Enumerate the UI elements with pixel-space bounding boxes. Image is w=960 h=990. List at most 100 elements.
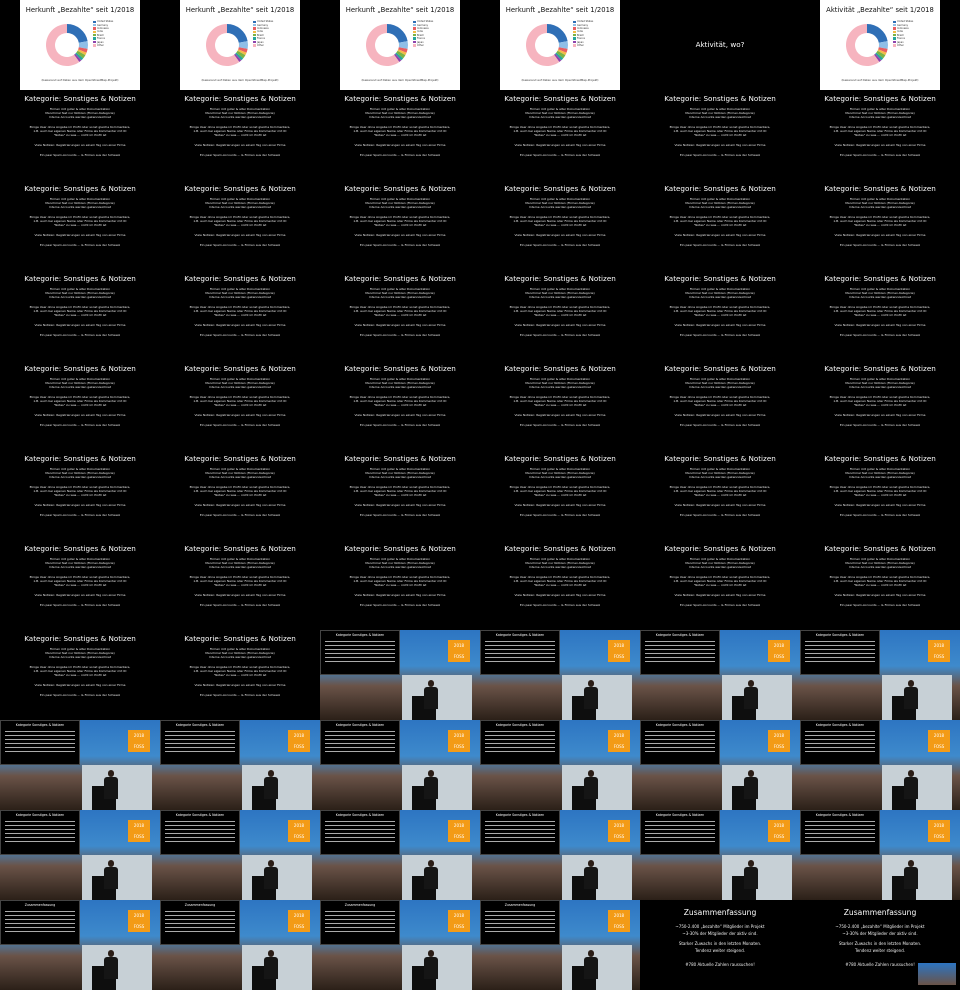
- thumbnail-video-frame[interactable]: Kategorie Sonstiges & Notizen 2018 FOSS: [640, 810, 800, 900]
- thumbnail-video-frame[interactable]: Zusammenfassung 2018 FOSS: [320, 900, 480, 990]
- thumbnail-video-frame[interactable]: Kategorie Sonstiges & Notizen 2018 FOSS: [160, 810, 320, 900]
- thumbnail-notes-slide[interactable]: Kategorie: Sonstiges & Notizen Firmen mit…: [320, 180, 480, 270]
- legend-swatch: [893, 20, 896, 23]
- thumbnail-notes-slide[interactable]: Kategorie: Sonstiges & Notizen Firmen mit…: [640, 90, 800, 180]
- thumbnail-notes-slide[interactable]: Kategorie: Sonstiges & Notizen Firmen mit…: [320, 360, 480, 450]
- thumbnail-summary-slide[interactable]: Zusammenfassung ~750-2.400 „bezahlte“ Mit…: [640, 900, 800, 990]
- thumbnail-video-frame[interactable]: Zusammenfassung 2018 FOSS: [480, 900, 640, 990]
- notes-line: "Notes" zu was ... nicht im Profil ist: [853, 313, 907, 317]
- thumbnail-notes-slide[interactable]: Kategorie: Sonstiges & Notizen Firmen mit…: [320, 270, 480, 360]
- thumbnail-summary-slide[interactable]: Zusammenfassung ~750-2.400 „bezahlte“ Mit…: [800, 900, 960, 990]
- thumbnail-notes-slide[interactable]: Kategorie: Sonstiges & Notizen Firmen mit…: [160, 90, 320, 180]
- thumbnail-notes-slide[interactable]: Kategorie: Sonstiges & Notizen Firmen mit…: [480, 270, 640, 360]
- thumbnail-video-frame[interactable]: Kategorie Sonstiges & Notizen 2018 FOSS: [640, 630, 800, 720]
- notes-line: Interne Accounts werden gekennzeichnet: [208, 205, 272, 209]
- thumbnail-video-frame[interactable]: Kategorie Sonstiges & Notizen 2018 FOSS: [480, 720, 640, 810]
- notes-line: Interne Accounts werden gekennzeichnet: [848, 205, 912, 209]
- slide-text-line: [645, 739, 715, 740]
- thumbnail-video-frame[interactable]: Kategorie Sonstiges & Notizen 2018 FOSS: [320, 630, 480, 720]
- thumbnail-video-frame[interactable]: Kategorie Sonstiges & Notizen 2018 FOSS: [800, 810, 960, 900]
- thumbnail-notes-slide[interactable]: Kategorie: Sonstiges & Notizen Firmen mit…: [0, 540, 160, 630]
- notes-line: Ein paar Spam-Accounts ... & Firmen aus …: [679, 243, 761, 247]
- slide-text-line: [805, 645, 875, 646]
- conference-logo: 2018 FOSS: [288, 820, 310, 842]
- thumbnail-notes-slide[interactable]: Kategorie: Sonstiges & Notizen Firmen mit…: [480, 90, 640, 180]
- notes-line: Interne Accounts werden gekennzeichnet: [208, 115, 272, 119]
- thumbnail-notes-slide[interactable]: Kategorie: Sonstiges & Notizen Firmen mit…: [800, 450, 960, 540]
- thumbnail-notes-slide[interactable]: Kategorie: Sonstiges & Notizen Firmen mit…: [160, 450, 320, 540]
- thumbnail-notes-slide[interactable]: Kategorie: Sonstiges & Notizen Firmen mit…: [160, 630, 320, 720]
- thumbnail-video-frame[interactable]: Kategorie Sonstiges & Notizen 2018 FOSS: [640, 720, 800, 810]
- thumbnail-video-frame[interactable]: Kategorie Sonstiges & Notizen 2018 FOSS: [320, 720, 480, 810]
- thumbnail-notes-slide[interactable]: Kategorie: Sonstiges & Notizen Firmen mit…: [640, 450, 800, 540]
- notes-line: Ein paar Spam-Accounts ... & Firmen aus …: [199, 153, 281, 157]
- thumbnail-chart-slide[interactable]: Herkunft „Bezahlte“ seit 1/2018 (basieren…: [320, 0, 480, 90]
- thumbnail-video-frame[interactable]: Zusammenfassung 2018 FOSS: [0, 900, 160, 990]
- slide-text-line: [485, 841, 555, 842]
- thumbnail-notes-slide[interactable]: Kategorie: Sonstiges & Notizen Firmen mit…: [800, 90, 960, 180]
- thumbnail-notes-slide[interactable]: Kategorie: Sonstiges & Notizen Firmen mit…: [160, 540, 320, 630]
- thumbnail-notes-slide[interactable]: Kategorie: Sonstiges & Notizen Firmen mit…: [0, 450, 160, 540]
- legend-swatch: [573, 23, 576, 27]
- slide-text-line: [645, 661, 715, 662]
- slide-inset: Kategorie Sonstiges & Notizen: [0, 810, 80, 855]
- thumbnail-video-frame[interactable]: Zusammenfassung 2018 FOSS: [160, 900, 320, 990]
- thumbnail-notes-slide[interactable]: Kategorie: Sonstiges & Notizen Firmen mit…: [800, 540, 960, 630]
- thumbnail-notes-slide[interactable]: Kategorie: Sonstiges & Notizen Firmen mit…: [480, 540, 640, 630]
- slide-text-line: [325, 751, 395, 752]
- notes-line: Ein paar Spam-Accounts ... & Firmen aus …: [199, 423, 281, 427]
- slide-text-line: [805, 821, 875, 822]
- thumbnail-notes-slide[interactable]: Kategorie: Sonstiges & Notizen Firmen mit…: [640, 360, 800, 450]
- slide-text-line: [165, 821, 235, 822]
- thumbnail-notes-slide[interactable]: Kategorie: Sonstiges & Notizen Firmen mit…: [160, 180, 320, 270]
- thumbnail-video-frame[interactable]: Kategorie Sonstiges & Notizen 2018 FOSS: [800, 720, 960, 810]
- legend-label: Other: [257, 43, 264, 47]
- thumbnail-notes-slide[interactable]: Kategorie: Sonstiges & Notizen Firmen mit…: [800, 270, 960, 360]
- thumbnail-video-frame[interactable]: Kategorie Sonstiges & Notizen 2018 FOSS: [160, 720, 320, 810]
- notes-line: Viele Notizen: Registrierungen an einem …: [194, 143, 286, 147]
- slide-text-line: [5, 829, 75, 830]
- thumbnail-notes-slide[interactable]: Kategorie: Sonstiges & Notizen Firmen mit…: [0, 180, 160, 270]
- thumbnail-chart-slide[interactable]: Herkunft „Bezahlte“ seit 1/2018 (basieren…: [480, 0, 640, 90]
- thumbnail-notes-slide[interactable]: Kategorie: Sonstiges & Notizen Firmen mit…: [320, 90, 480, 180]
- slide-text-line: [805, 739, 875, 740]
- thumbnail-notes-slide[interactable]: Kategorie: Sonstiges & Notizen Firmen mit…: [0, 270, 160, 360]
- notes-line: "Notes" zu was ... nicht im Profil ist: [213, 403, 267, 407]
- summary-title: Zusammenfassung: [843, 908, 917, 917]
- thumbnail-video-frame[interactable]: Kategorie Sonstiges & Notizen 2018 FOSS: [480, 630, 640, 720]
- thumbnail-notes-slide[interactable]: Kategorie: Sonstiges & Notizen Firmen mit…: [0, 90, 160, 180]
- thumbnail-notes-slide[interactable]: Kategorie: Sonstiges & Notizen Firmen mit…: [480, 180, 640, 270]
- thumbnail-notes-slide[interactable]: Kategorie: Sonstiges & Notizen Firmen mit…: [160, 270, 320, 360]
- thumbnail-notes-slide[interactable]: Kategorie: Sonstiges & Notizen Firmen mit…: [640, 540, 800, 630]
- thumbnail-chart-slide[interactable]: Aktivität „Bezahlte“ seit 1/2018 (basiere…: [800, 0, 960, 90]
- thumbnail-notes-slide[interactable]: Kategorie: Sonstiges & Notizen Firmen mit…: [640, 270, 800, 360]
- summary-line: ~750-2.400 „bezahlte“ Mitglieder im Proj…: [675, 924, 765, 929]
- thumbnail-video-frame[interactable]: Kategorie Sonstiges & Notizen 2018 FOSS: [0, 720, 160, 810]
- slide-inset: Kategorie Sonstiges & Notizen: [160, 720, 240, 765]
- slide-inset-title: Kategorie Sonstiges & Notizen: [815, 633, 865, 637]
- thumbnail-notes-slide[interactable]: Kategorie: Sonstiges & Notizen Firmen mit…: [0, 630, 160, 720]
- thumbnail-notes-slide[interactable]: Kategorie: Sonstiges & Notizen Firmen mit…: [800, 360, 960, 450]
- thumbnail-notes-slide[interactable]: Kategorie: Sonstiges & Notizen Firmen mit…: [480, 450, 640, 540]
- thumbnail-notes-slide[interactable]: Kategorie: Sonstiges & Notizen Firmen mit…: [320, 540, 480, 630]
- slide-inset-title: Kategorie Sonstiges & Notizen: [815, 723, 865, 727]
- thumbnail-notes-slide[interactable]: Kategorie: Sonstiges & Notizen Firmen mit…: [640, 180, 800, 270]
- chart-legend: United States Germany Indonesia India Brazil…: [253, 20, 298, 47]
- slide-text-line: [805, 829, 875, 830]
- thumbnail-notes-slide[interactable]: Kategorie: Sonstiges & Notizen Firmen mit…: [0, 360, 160, 450]
- thumbnail-video-frame[interactable]: Kategorie Sonstiges & Notizen 2018 FOSS: [800, 630, 960, 720]
- thumbnail-notes-slide[interactable]: Kategorie: Sonstiges & Notizen Firmen mit…: [480, 360, 640, 450]
- slide-inset-title: Zusammenfassung: [344, 903, 376, 907]
- thumbnail-video-frame[interactable]: Kategorie Sonstiges & Notizen 2018 FOSS: [320, 810, 480, 900]
- thumbnail-question-slide[interactable]: Aktivität, wo?: [640, 0, 800, 90]
- thumbnail-notes-slide[interactable]: Kategorie: Sonstiges & Notizen Firmen mit…: [800, 180, 960, 270]
- logo-name: FOSS: [453, 744, 465, 749]
- thumbnail-notes-slide[interactable]: Kategorie: Sonstiges & Notizen Firmen mit…: [320, 450, 480, 540]
- thumbnail-notes-slide[interactable]: Kategorie: Sonstiges & Notizen Firmen mit…: [160, 360, 320, 450]
- slide-text-line: [325, 821, 395, 822]
- thumbnail-chart-slide[interactable]: Herkunft „Bezahlte“ seit 1/2018 (basieren…: [160, 0, 320, 90]
- thumbnail-video-frame[interactable]: Kategorie Sonstiges & Notizen 2018 FOSS: [0, 810, 160, 900]
- slide-text-line: [325, 649, 395, 650]
- thumbnail-video-frame[interactable]: Kategorie Sonstiges & Notizen 2018 FOSS: [480, 810, 640, 900]
- thumbnail-chart-slide[interactable]: Herkunft „Bezahlte“ seit 1/2018 (basieren…: [0, 0, 160, 90]
